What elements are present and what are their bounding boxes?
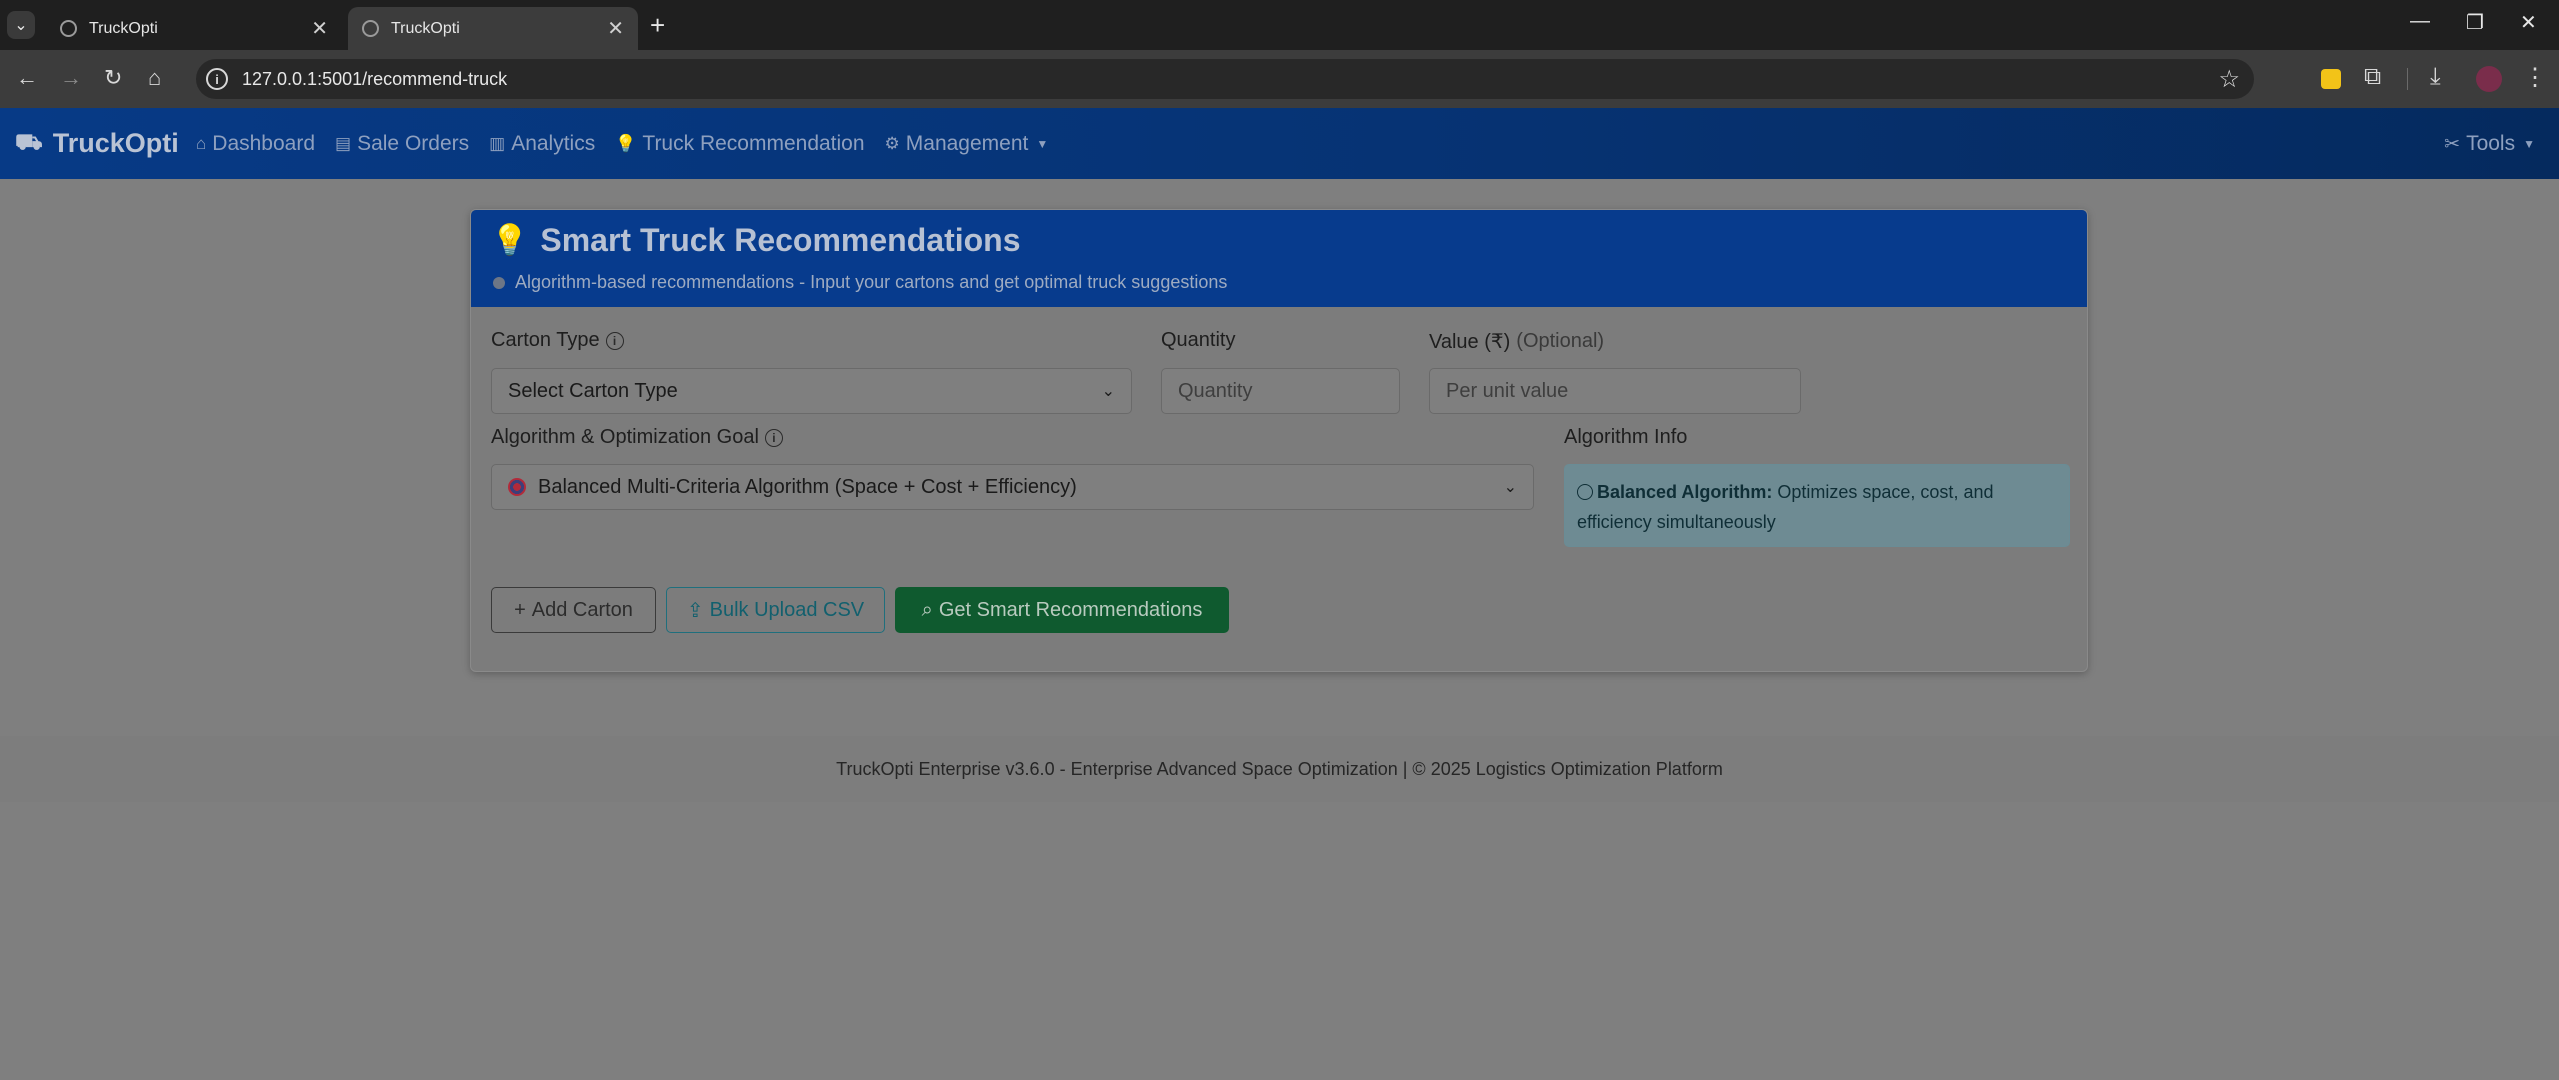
quantity-label: Quantity [1161, 329, 1236, 351]
chevron-down-icon: ⌄ [1101, 383, 1115, 400]
menu-kebab-icon[interactable]: ⋮ [2523, 63, 2547, 92]
card-subtitle: Algorithm-based recommendations - Input … [493, 272, 1227, 293]
nav-label: Dashboard [212, 132, 316, 155]
lightbulb-icon: 💡 [615, 134, 637, 153]
tab-title: TruckOpti [89, 19, 158, 37]
carton-type-label-text: Carton Type [491, 329, 600, 351]
carton-type-value: Select Carton Type [508, 379, 678, 402]
browser-tab-2[interactable]: TruckOpti ✕ [348, 7, 638, 50]
target-icon [508, 478, 526, 496]
bar-chart-icon: ▥ [489, 134, 506, 153]
globe-icon [60, 20, 77, 37]
nav-analytics[interactable]: ▥ Analytics [489, 132, 595, 156]
carton-type-label: Carton Type i [491, 329, 624, 352]
nav-label: Sale Orders [357, 132, 470, 155]
close-tab-icon[interactable]: ✕ [311, 16, 328, 41]
truck-icon: ⛟ [15, 129, 43, 154]
nav-management-dropdown[interactable]: ⚙ Management ▼ [885, 132, 1049, 156]
window-close-icon[interactable]: ✕ [2520, 10, 2537, 35]
home-icon: ⌂ [196, 134, 207, 153]
robot-icon [493, 276, 505, 289]
brand-name: TruckOpti [52, 128, 179, 158]
card-header: 💡 Smart Truck Recommendations Algorithm-… [471, 210, 2087, 307]
card-title-text: Smart Truck Recommendations [540, 222, 1021, 258]
toolbar-divider [2407, 68, 2408, 90]
plus-icon: + [514, 598, 526, 621]
recommendation-card: 💡 Smart Truck Recommendations Algorithm-… [470, 209, 2088, 672]
add-carton-button[interactable]: + Add Carton [491, 587, 656, 633]
value-label: Value (₹) (Optional) [1429, 329, 1604, 354]
page-title: 💡 Smart Truck Recommendations [491, 222, 1021, 259]
value-label-text: Value (₹) [1429, 331, 1511, 353]
add-carton-label: Add Carton [531, 598, 633, 621]
tools-icon: ✂ [2444, 133, 2461, 155]
tab-title: TruckOpti [391, 19, 460, 37]
upload-icon: ⇪ [686, 599, 704, 622]
nav-dashboard[interactable]: ⌂ Dashboard [196, 132, 315, 156]
tab-search-button[interactable]: ⌄ [7, 11, 35, 39]
algorithm-goal-select[interactable]: Balanced Multi-Criteria Algorithm (Space… [491, 464, 1534, 510]
profile-avatar[interactable] [2476, 66, 2502, 92]
caret-down-icon: ▼ [1036, 137, 1049, 151]
extensions-puzzle-icon[interactable]: ⧉ [2364, 63, 2381, 91]
browser-tab-strip: ⌄ TruckOpti ✕ TruckOpti ✕ + — ❐ ✕ [0, 0, 2559, 50]
search-icon: ⌕ [921, 598, 933, 621]
quantity-input[interactable]: Quantity [1161, 368, 1400, 414]
info-icon[interactable]: i [605, 331, 624, 350]
algorithm-goal-value: Balanced Multi-Criteria Algorithm (Space… [538, 475, 1077, 498]
url-text: 127.0.0.1:5001/recommend-truck [242, 69, 508, 89]
forward-icon[interactable]: → [60, 66, 82, 90]
algorithm-goal-label-text: Algorithm & Optimization Goal [491, 426, 759, 448]
card-subtitle-text: Algorithm-based recommendations - Input … [515, 272, 1228, 292]
back-icon[interactable]: ← [16, 66, 38, 90]
bulk-upload-button[interactable]: ⇪ Bulk Upload CSV [666, 587, 885, 633]
tools-dropdown[interactable]: ✂ Tools ▼ [2444, 132, 2535, 156]
tools-label: Tools [2466, 132, 2516, 155]
info-icon[interactable]: i [764, 428, 783, 447]
lightbulb-icon: 💡 [491, 224, 529, 257]
chevron-down-icon: ⌄ [14, 17, 28, 34]
brand-logo[interactable]: ⛟ TruckOpti [15, 128, 179, 159]
algorithm-info-label: Algorithm Info [1564, 426, 1688, 448]
site-info-icon[interactable]: i [206, 68, 228, 90]
home-icon[interactable]: ⌂ [148, 66, 161, 90]
address-bar[interactable]: i 127.0.0.1:5001/recommend-truck ☆ [196, 59, 2254, 99]
reload-icon[interactable]: ↻ [104, 66, 122, 90]
page-footer: TruckOpti Enterprise v3.6.0 - Enterprise… [0, 736, 2559, 802]
new-tab-button[interactable]: + [650, 12, 665, 38]
bookmark-star-icon[interactable]: ☆ [2218, 65, 2240, 94]
document-icon: ▤ [335, 134, 352, 153]
value-optional-text: (Optional) [1516, 330, 1605, 352]
extension-icon[interactable] [2321, 69, 2341, 89]
download-icon[interactable]: ⤓ [2430, 63, 2441, 91]
nav-label: Analytics [511, 132, 596, 155]
algorithm-info-alert: Balanced Algorithm: Optimizes space, cos… [1564, 464, 2070, 547]
nav-sale-orders[interactable]: ▤ Sale Orders [335, 132, 469, 156]
minimize-icon[interactable]: — [2410, 10, 2430, 33]
bulk-upload-label: Bulk Upload CSV [709, 598, 865, 621]
nav-truck-recommendation[interactable]: 💡 Truck Recommendation [615, 132, 864, 156]
get-recommendations-label: Get Smart Recommendations [938, 598, 1203, 621]
value-input[interactable]: Per unit value [1429, 368, 1801, 414]
browser-tab-1[interactable]: TruckOpti ✕ [46, 7, 342, 50]
footer-text: TruckOpti Enterprise v3.6.0 - Enterprise… [836, 758, 1723, 779]
carton-type-select[interactable]: Select Carton Type ⌄ [491, 368, 1132, 414]
cpu-icon [1577, 484, 1593, 500]
get-recommendations-button[interactable]: ⌕ Get Smart Recommendations [895, 587, 1229, 633]
algorithm-goal-label: Algorithm & Optimization Goal i [491, 426, 783, 449]
close-tab-icon[interactable]: ✕ [607, 16, 624, 41]
nav-label: Truck Recommendation [642, 132, 865, 155]
nav-label: Management [905, 132, 1029, 155]
gear-icon: ⚙ [884, 134, 900, 153]
app-navbar: ⛟ TruckOpti ⌂ Dashboard ▤ Sale Orders ▥ … [0, 108, 2559, 179]
algorithm-info-title: Balanced Algorithm: [1597, 482, 1773, 502]
restore-icon[interactable]: ❐ [2466, 10, 2484, 35]
globe-icon [362, 20, 379, 37]
caret-down-icon: ▼ [2523, 137, 2535, 151]
chevron-down-icon: ⌄ [1503, 479, 1517, 496]
nav-links: ⌂ Dashboard ▤ Sale Orders ▥ Analytics 💡 … [196, 132, 1068, 156]
browser-toolbar: ← → ↻ ⌂ i 127.0.0.1:5001/recommend-truck… [0, 50, 2559, 108]
